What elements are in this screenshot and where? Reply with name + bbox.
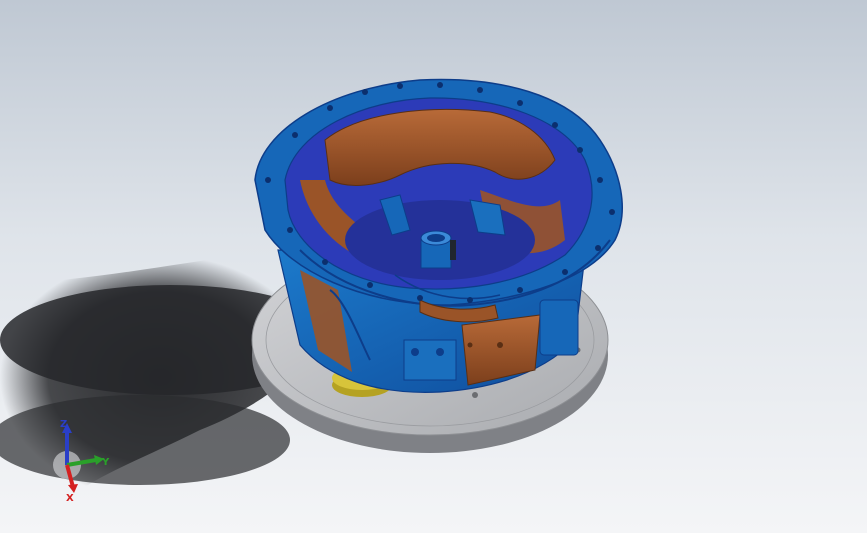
- bearing-boss: [420, 230, 456, 269]
- y-axis-label: Y: [101, 457, 110, 468]
- x-axis-label: X: [66, 493, 74, 504]
- model-scene[interactable]: [0, 0, 867, 533]
- plate-hole: [472, 392, 478, 398]
- cad-3d-viewport[interactable]: Z Y X: [0, 0, 867, 533]
- z-axis-label: Z: [60, 419, 67, 430]
- orientation-triad[interactable]: Z Y X: [40, 415, 130, 505]
